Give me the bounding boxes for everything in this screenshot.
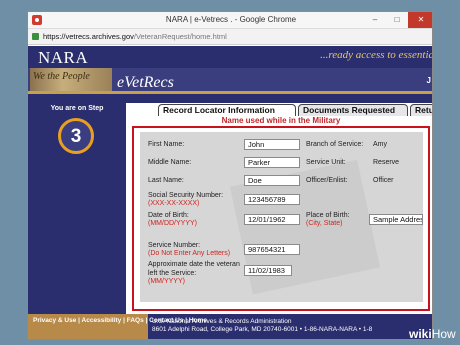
header-divider xyxy=(28,91,432,94)
branch-label: Branch of Service: xyxy=(306,141,364,148)
section-title: Name used while in the Military xyxy=(221,116,341,125)
tab-return-address[interactable]: Return A xyxy=(410,104,432,116)
last-name-label: Last Name: xyxy=(148,177,184,184)
footer-links[interactable]: Privacy & Use | Accessibility | FAQs | C… xyxy=(28,314,207,339)
tab-documents-requested[interactable]: Documents Requested xyxy=(298,104,408,116)
service-unit-value: Reserve xyxy=(373,159,400,166)
address-bar[interactable]: https://vetrecs.archives.gov/VeteranRequ… xyxy=(28,29,432,45)
url-path: /VeteranRequest/home.html xyxy=(133,32,227,41)
middle-name-label: Middle Name: xyxy=(148,159,192,166)
lock-icon xyxy=(32,33,39,40)
site-tagline: ...ready access to essentia xyxy=(320,49,433,61)
left-service-label: Approximate date the veteran left the Se… xyxy=(148,261,240,277)
url-host: https://vetrecs.archives.gov xyxy=(43,32,134,41)
title-bar: NARA | e-Vetrecs . - Google Chrome – □ ✕ xyxy=(28,12,432,29)
maximize-button[interactable]: □ xyxy=(386,12,408,28)
browser-window: NARA | e-Vetrecs . - Google Chrome – □ ✕… xyxy=(27,11,433,340)
service-number-hint: (Do Not Enter Any Letters) xyxy=(148,250,231,257)
officer-enlist-label: Officer/Enlist: xyxy=(306,177,348,184)
left-service-input[interactable]: 11/02/1983 xyxy=(244,265,292,276)
record-form: First Name: John Branch of Service: Amy … xyxy=(132,126,430,311)
left-service-hint: (MM/YYYY) xyxy=(148,278,185,285)
step-panel: You are on Step 3 xyxy=(28,103,126,314)
url-text[interactable]: https://vetrecs.archives.gov/VeteranRequ… xyxy=(43,32,227,41)
service-unit-label: Service Unit: xyxy=(306,159,346,166)
site-header: NARA ...ready access to essentia We the … xyxy=(28,46,433,103)
scroll-lettering: We the People xyxy=(33,71,90,82)
step-number-badge: 3 xyxy=(58,118,94,154)
window-controls: – □ ✕ xyxy=(364,12,432,29)
ssn-input[interactable]: 123456789 xyxy=(244,194,300,205)
main-content: Record Locator Information Documents Req… xyxy=(126,103,432,314)
nara-logo[interactable]: NARA xyxy=(38,48,88,68)
service-number-input[interactable]: 987654321 xyxy=(244,244,300,255)
pob-hint: (City, State) xyxy=(306,220,343,227)
dob-input[interactable]: 12/01/1962 xyxy=(244,214,300,225)
footer-info: U.S. National Archives & Records Adminis… xyxy=(152,318,372,334)
middle-name-input[interactable]: Parker xyxy=(244,157,300,168)
first-name-input[interactable]: John xyxy=(244,139,300,150)
last-name-input[interactable]: Doe xyxy=(244,175,300,186)
tab-record-locator[interactable]: Record Locator Information xyxy=(158,104,296,116)
wikihow-watermark: wikiHow xyxy=(409,327,456,341)
first-name-label: First Name: xyxy=(148,141,185,148)
officer-enlist-value: Officer xyxy=(373,177,394,184)
user-initial: J xyxy=(426,76,431,85)
minimize-button[interactable]: – xyxy=(364,12,386,28)
watermark-wiki: wiki xyxy=(409,327,432,341)
ssn-hint: (XXX-XX-XXXX) xyxy=(148,200,200,207)
form-area: First Name: John Branch of Service: Amy … xyxy=(140,132,423,302)
footer-line-1: U.S. National Archives & Records Adminis… xyxy=(152,318,292,325)
app-name: eVetRecs xyxy=(117,74,174,91)
step-label: You are on Step xyxy=(50,105,104,112)
branch-value: Amy xyxy=(373,141,387,148)
watermark-how: How xyxy=(431,327,456,341)
pob-input[interactable]: Sample Address xyxy=(369,214,423,225)
footer-line-2: 8601 Adelphi Road, College Park, MD 2074… xyxy=(152,326,373,333)
site-footer: Privacy & Use | Accessibility | FAQs | C… xyxy=(28,314,432,339)
close-button[interactable]: ✕ xyxy=(408,12,432,28)
dob-hint: (MM/DD/YYYY) xyxy=(148,220,197,227)
